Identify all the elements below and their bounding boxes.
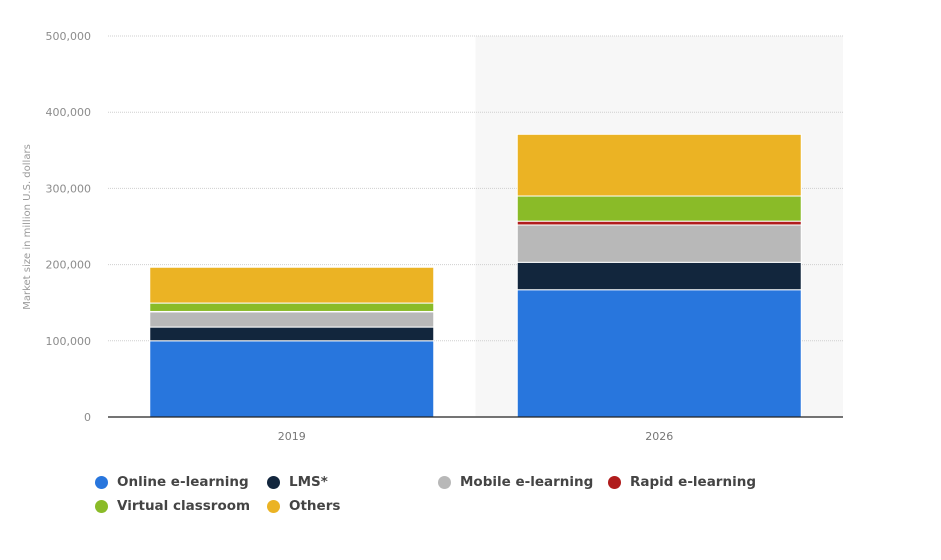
y-tick-label: 300,000 [46, 182, 92, 195]
legend: Online e-learning LMS* Mobile e-learning Ra… [95, 474, 795, 524]
legend-marker-icon [267, 499, 280, 513]
legend-item-rapid-e-learning[interactable]: Rapid e-learning [608, 474, 756, 490]
y-tick-label: 500,000 [46, 30, 92, 43]
y-axis-ticks: 0 100,000 200,000 300,000 400,000 500,000 [46, 30, 92, 424]
legend-marker-icon [267, 475, 280, 489]
x-tick-label: 2019 [278, 430, 306, 443]
legend-label: Others [289, 498, 341, 514]
legend-label: Rapid e-learning [630, 474, 756, 490]
bar-segment-others-2019[interactable] [149, 266, 435, 304]
legend-item-mobile-e-learning[interactable]: Mobile e-learning [438, 474, 593, 490]
bar-segment-mobile-e-learning-2019[interactable] [149, 311, 435, 328]
legend-label: Virtual classroom [117, 498, 251, 514]
legend-item-lms[interactable]: LMS* [267, 474, 328, 490]
legend-label: LMS* [289, 474, 328, 490]
bar-segment-virtual-classroom-2019[interactable] [149, 302, 435, 312]
y-tick-label: 100,000 [46, 335, 92, 348]
bar-segment-lms-2019[interactable] [149, 326, 435, 342]
legend-marker-icon [95, 475, 108, 489]
legend-item-others[interactable]: Others [267, 498, 340, 514]
legend-label: Online e-learning [117, 474, 249, 490]
y-tick-label: 0 [84, 411, 91, 424]
x-axis-labels: 2019 2026 [278, 430, 674, 443]
legend-label: Mobile e-learning [460, 474, 594, 490]
bar-segment-others-2026[interactable] [516, 133, 802, 197]
legend-marker-icon [608, 475, 621, 489]
bar-segment-lms-2026[interactable] [516, 261, 802, 291]
legend-item-online-e-learning[interactable]: Online e-learning [95, 474, 249, 490]
bar-segment-rapid-e-learning-2026[interactable] [516, 220, 802, 226]
legend-marker-icon [95, 499, 108, 513]
bar-segment-mobile-e-learning-2026[interactable] [516, 224, 802, 263]
y-axis-title: Market size in million U.S. dollars [22, 144, 33, 310]
legend-marker-icon [438, 475, 451, 489]
bar-segment-virtual-classroom-2026[interactable] [516, 195, 802, 222]
bar-segment-online-e-learning-2026[interactable] [516, 289, 802, 418]
y-tick-label: 400,000 [46, 106, 92, 119]
x-tick-label: 2026 [645, 430, 673, 443]
bar-segment-online-e-learning-2019[interactable] [149, 340, 435, 418]
y-tick-label: 200,000 [46, 259, 92, 272]
stacked-bar-chart: 0 100,000 200,000 300,000 400,000 500,000 Mar… [22, 30, 843, 443]
legend-item-virtual-classroom[interactable]: Virtual classroom [95, 498, 250, 514]
